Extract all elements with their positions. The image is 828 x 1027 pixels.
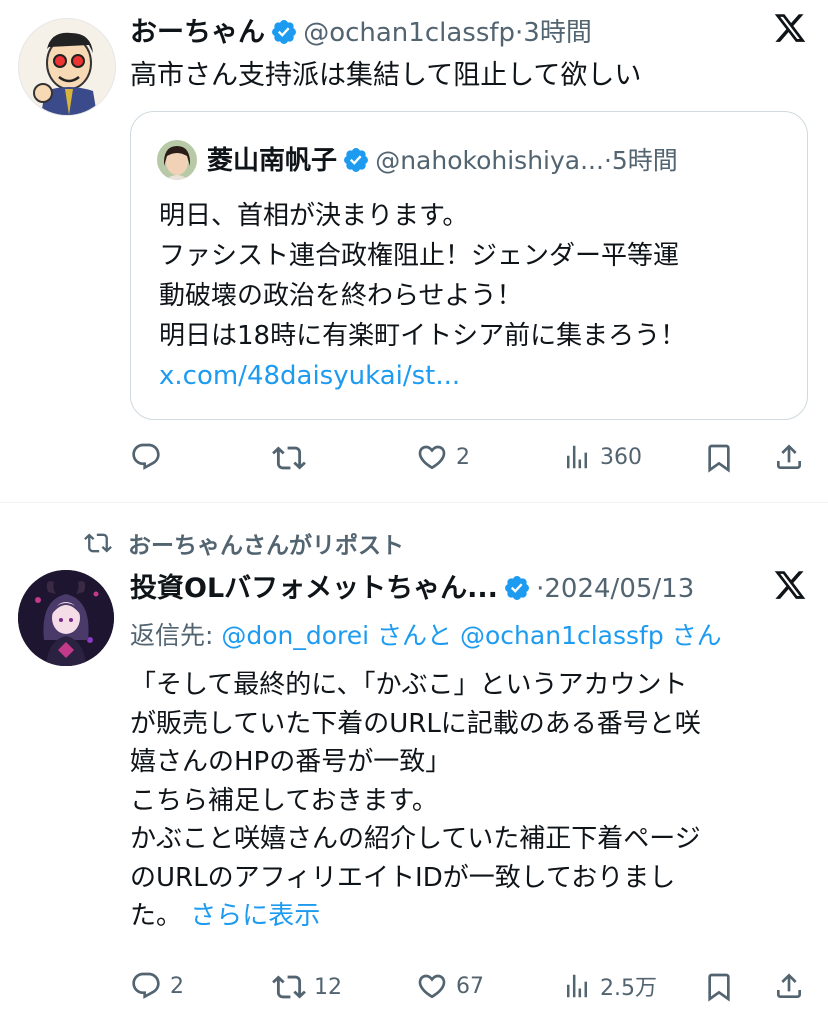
quote-text: 明日、首相が決まります。 ファシスト連合政権阻止！ジェンダー平等運 動破壊の政治… <box>159 196 686 396</box>
tweet-text: 高市さん支持派は集結して阻止して欲しい <box>130 60 642 91</box>
reply-to-prefix: 返信先: <box>130 621 222 650</box>
reply-icon <box>132 972 160 999</box>
tweet-line: こちら補足しておきます。 <box>130 785 438 816</box>
verified-badge-icon <box>342 146 370 174</box>
reply-count: 2 <box>170 973 184 999</box>
tweet-line: が販売していた下着のURLに記載のある番号と咲 <box>130 708 701 739</box>
tweet-line-last: た。 さらに表示 <box>130 897 701 936</box>
tweet-line: 嬉さんのHPの番号が一致」 <box>130 747 452 777</box>
tweet-divider <box>0 502 828 503</box>
verified-badge-icon <box>503 574 531 602</box>
repost-icon <box>272 446 306 470</box>
tweet-header: 投資OLバフォメットちゃん... ·2024/05/13 <box>130 566 694 605</box>
repost-count: 12 <box>314 974 342 1000</box>
reply-icon <box>132 443 160 470</box>
quoted-tweet[interactable]: 菱山南帆子 @nahokohishiya...·5時間 明日、首相が決まります。… <box>130 111 808 420</box>
author-handle[interactable]: @ochan1classfp <box>303 18 515 48</box>
separator-dot: · <box>603 146 612 175</box>
repost-button[interactable]: 12 <box>272 970 342 1004</box>
tweet-line: かぶこと咲嬉さんの紹介していた補正下着ページ <box>130 824 701 854</box>
x-logo-icon <box>773 11 807 45</box>
quote-header: 菱山南帆子 @nahokohishiya...·5時間 <box>207 140 678 177</box>
like-button[interactable]: 67 <box>416 970 484 1002</box>
share-icon <box>777 444 801 469</box>
views-icon <box>567 974 587 998</box>
views-icon <box>567 445 587 469</box>
view-count: 360 <box>600 444 642 470</box>
quote-avatar[interactable] <box>157 140 197 180</box>
reply-suffix: さん <box>663 621 722 650</box>
tweet-header: おーちゃん @ochan1classfp·3時間 <box>130 10 592 50</box>
repost-button[interactable] <box>272 441 314 475</box>
quote-line: ファシスト連合政権阻止！ジェンダー平等運 <box>159 241 680 271</box>
like-count: 67 <box>456 973 484 999</box>
like-button[interactable]: 2 <box>416 441 470 473</box>
reply-to: 返信先: @don_dorei さんと @ochan1classfp さん <box>130 616 722 652</box>
views-button[interactable]: 360 <box>562 441 642 473</box>
author-name[interactable]: おーちゃん <box>130 17 265 48</box>
quote-author-name[interactable]: 菱山南帆子 <box>207 146 337 176</box>
quote-author-handle[interactable]: @nahokohishiya... <box>375 146 604 175</box>
quote-line: 動破壊の政治を終わらせよう！ <box>159 281 523 311</box>
view-count: 2.5万 <box>600 976 657 1001</box>
quote-line: 明日、首相が決まります。 <box>159 201 469 231</box>
share-button[interactable] <box>773 441 805 473</box>
reply-button[interactable]: 2 <box>130 970 184 1002</box>
heart-icon <box>418 974 446 999</box>
reply-mention[interactable]: @ochan1classfp <box>460 621 664 650</box>
views-button[interactable]: 2.5万 <box>562 970 657 1002</box>
x-logo-icon <box>773 568 807 602</box>
bookmark-icon <box>708 973 730 1002</box>
tweet-time[interactable]: 2024/05/13 <box>544 574 694 604</box>
repost-icon <box>84 533 112 553</box>
tweet-line: 「そして最終的に、「かぶこ」というアカウント <box>130 670 688 700</box>
repost-icon <box>272 975 306 999</box>
tweet-line: のURLのアフィリエイトIDが一致しておりまし <box>130 862 676 893</box>
quote-time[interactable]: 5時間 <box>612 146 678 175</box>
author-avatar[interactable] <box>18 570 114 666</box>
tweet-line: た。 <box>130 901 183 931</box>
show-more-link[interactable]: さらに表示 <box>190 901 320 931</box>
heart-icon <box>418 445 446 470</box>
bookmark-icon <box>708 444 730 473</box>
tweet-time[interactable]: 3時間 <box>523 18 592 48</box>
like-count: 2 <box>456 444 470 470</box>
reply-mention[interactable]: @don_dorei <box>221 621 369 650</box>
repost-context[interactable]: おーちゃんさんがリポスト <box>84 526 404 560</box>
author-name[interactable]: 投資OLバフォメットちゃん... <box>130 573 498 604</box>
quote-link[interactable]: x.com/48daisyukai/st... <box>159 356 686 396</box>
verified-badge-icon <box>270 18 298 46</box>
quote-line: 明日は18時に有楽町イトシア前に集まろう！ <box>159 321 687 351</box>
share-icon <box>777 973 801 998</box>
bookmark-button[interactable] <box>703 970 735 1004</box>
repost-label: おーちゃんさんがリポスト <box>128 533 404 559</box>
share-button[interactable] <box>773 970 805 1002</box>
reply-connector: さんと <box>369 621 461 650</box>
reply-button[interactable] <box>130 441 170 473</box>
author-avatar[interactable] <box>18 18 116 116</box>
tweet-text: 「そして最終的に、「かぶこ」というアカウント が販売していた下着のURLに記載の… <box>130 666 701 936</box>
bookmark-button[interactable] <box>703 441 735 475</box>
